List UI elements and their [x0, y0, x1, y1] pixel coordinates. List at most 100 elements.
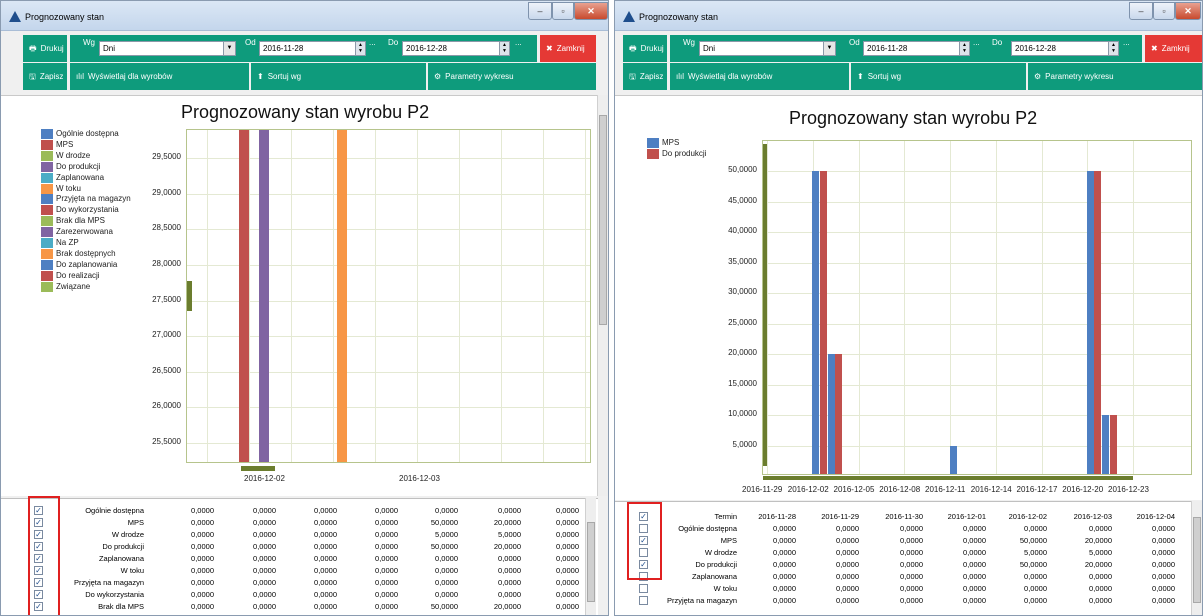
cell-value: 0,0000: [1089, 584, 1112, 593]
to-date-picker-button[interactable]: ...: [515, 38, 522, 47]
cell-value: 0,0000: [836, 572, 859, 581]
legend-item: Na ZP: [41, 238, 79, 248]
chart-area: Prognozowany stan wyrobu P2 MPS Do produk…: [615, 95, 1202, 500]
from-label: Od: [849, 38, 860, 47]
chevron-down-icon[interactable]: ▼: [223, 42, 235, 55]
cell-value: 0,0000: [773, 536, 796, 545]
spinner-icon[interactable]: ▲ ▼: [1108, 42, 1118, 55]
to-date-field[interactable]: 2016-12-28 ▲ ▼: [402, 41, 510, 56]
cell-value: 0,0000: [498, 566, 521, 575]
table-scrollbar[interactable]: [585, 498, 596, 615]
scrollbar-thumb[interactable]: [587, 522, 595, 602]
spinner-icon[interactable]: ▲ ▼: [355, 42, 365, 55]
window-title: Prognozowany stan: [25, 12, 105, 22]
minimize-button[interactable]: –: [528, 2, 552, 20]
row-label: W toku: [713, 584, 737, 593]
y-tick-label: 40,0000: [728, 226, 757, 236]
table-scrollbar[interactable]: [1191, 501, 1202, 615]
y-tick-label: 28,0000: [152, 259, 181, 269]
grid-line: [207, 130, 208, 462]
legend-swatch: [41, 150, 53, 161]
grid-line: [459, 130, 460, 462]
cell-value: 0,0000: [900, 548, 923, 557]
sort-by-button[interactable]: ⬆ Sortuj wg: [251, 63, 426, 90]
grid-line: [763, 171, 1191, 173]
printer-icon: 🖶: [29, 44, 37, 53]
sort-by-button[interactable]: ⬆ Sortuj wg: [851, 63, 1026, 90]
x-zoom-handle[interactable]: [763, 476, 1133, 480]
scrollbar-thumb[interactable]: [599, 115, 607, 325]
close-button[interactable]: ✖ Zamknij: [540, 35, 596, 62]
scrollbar-thumb[interactable]: [1193, 517, 1201, 603]
cell-value: 0,0000: [191, 518, 214, 527]
y-tick-label: 15,0000: [728, 378, 757, 388]
y-tick-label: 25,0000: [728, 317, 757, 327]
y-zoom-handle[interactable]: [763, 144, 767, 466]
title-bar[interactable]: Prognozowany stan – ▫ ✕: [1, 1, 608, 31]
group-by-select[interactable]: Dni ▼: [99, 41, 236, 56]
legend-label: Do wykorzystania: [56, 205, 119, 215]
close-window-button[interactable]: ✕: [574, 2, 608, 20]
chart-params-button[interactable]: ⚙ Parametry wykresu: [1028, 63, 1202, 90]
print-button[interactable]: 🖶 Drukuj: [23, 35, 67, 62]
group-by-select[interactable]: Dni ▼: [699, 41, 836, 56]
spinner-icon[interactable]: ▲ ▼: [959, 42, 969, 55]
to-date-picker-button[interactable]: ...: [1123, 38, 1130, 47]
column-header: 2016-11-29: [821, 512, 859, 521]
y-tick-label: 5,0000: [732, 439, 757, 449]
row-label: Przyjęta na magazyn: [666, 596, 737, 605]
legend-item: Do zaplanowania: [41, 259, 117, 270]
y-tick-label: 50,0000: [728, 165, 757, 175]
print-button[interactable]: 🖶 Drukuj: [623, 35, 667, 62]
table-header-row: ✓ Termin 2016-11-28 2016-11-29 2016-11-30 201…: [615, 511, 1202, 522]
close-window-button[interactable]: ✕: [1175, 2, 1201, 20]
arrow-up-icon: ⬆: [857, 72, 864, 81]
app-logo-icon: [9, 11, 21, 22]
to-date-field[interactable]: 2016-12-28 ▲ ▼: [1011, 41, 1119, 56]
save-button[interactable]: 🖫 Zapisz: [23, 63, 67, 90]
cell-value: 0,0000: [253, 506, 276, 515]
legend-swatch: [41, 248, 53, 259]
table-row: ✓ MPS 0,0000 0,0000 0,0000 0,0000 50,0000 20,00…: [1, 517, 598, 528]
from-date-picker-button[interactable]: ...: [973, 38, 980, 47]
chart-params-button[interactable]: ⚙ Parametry wykresu: [428, 63, 596, 90]
legend-label: Przyjęta na magazyn: [56, 194, 131, 204]
show-for-products-button[interactable]: ılıl Wyświetlaj dla wyrobów: [70, 63, 249, 90]
column-header: 2016-12-03: [1073, 512, 1112, 521]
row-checkbox[interactable]: [639, 584, 648, 593]
cell-value: 0,0000: [191, 590, 214, 599]
save-button[interactable]: 🖫 Zapisz: [623, 63, 667, 90]
grid-line: [767, 141, 768, 474]
x-zoom-handle[interactable]: [241, 466, 275, 471]
maximize-button[interactable]: ▫: [1153, 2, 1175, 20]
y-tick-label: 29,5000: [152, 152, 181, 162]
spinner-icon[interactable]: ▲ ▼: [499, 42, 509, 55]
x-tick-label: 2016-12-08: [879, 485, 921, 494]
cell-value: 5,0000: [1089, 548, 1112, 557]
chevron-down-icon[interactable]: ▼: [823, 42, 835, 55]
row-checkbox[interactable]: [639, 596, 648, 605]
bar-mps: [1086, 171, 1094, 474]
cell-value: 0,0000: [963, 572, 986, 581]
grid-line: [291, 130, 292, 462]
close-button[interactable]: ✖ Zamknij: [1145, 35, 1202, 62]
show-for-products-button[interactable]: ılıl Wyświetlaj dla wyrobów: [670, 63, 849, 90]
chart-title: Prognozowany stan wyrobu P2: [789, 108, 1038, 128]
cell-value: 0,0000: [435, 506, 458, 515]
legend-swatch: [41, 238, 53, 248]
cell-value: 20,0000: [493, 602, 521, 611]
chart-scrollbar[interactable]: [597, 95, 608, 496]
cell-value: 0,0000: [773, 596, 796, 605]
maximize-button[interactable]: ▫: [552, 2, 574, 20]
from-date-field[interactable]: 2016-11-28 ▲ ▼: [259, 41, 366, 56]
legend-label: Zaplanowana: [56, 172, 105, 182]
cell-value: 0,0000: [375, 578, 398, 587]
from-date-picker-button[interactable]: ...: [369, 38, 376, 47]
cell-value: 0,0000: [1024, 596, 1047, 605]
minimize-button[interactable]: –: [1129, 2, 1153, 20]
y-zoom-handle[interactable]: [187, 281, 192, 311]
from-date-field[interactable]: 2016-11-28 ▲ ▼: [863, 41, 970, 56]
y-tick-label: 28,5000: [152, 223, 181, 233]
legend-item: Do wykorzystania: [41, 205, 119, 216]
title-bar[interactable]: Prognozowany stan – ▫ ✕: [615, 1, 1202, 31]
